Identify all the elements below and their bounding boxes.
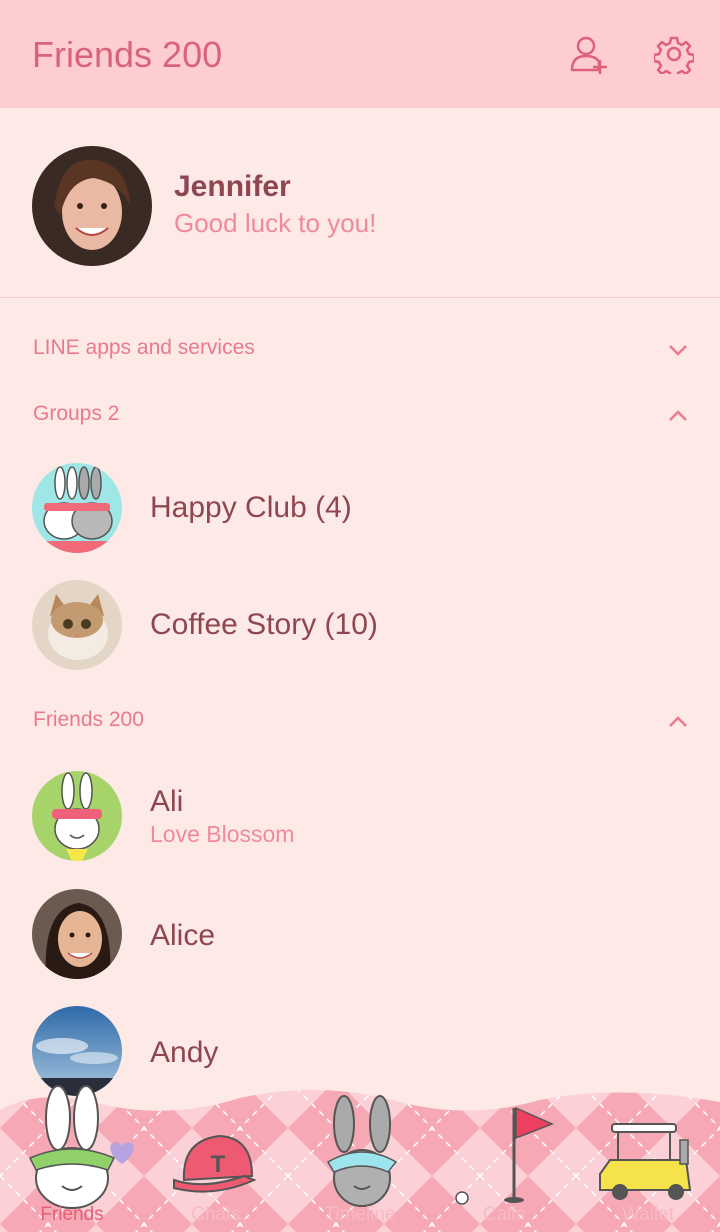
chevron-up-icon — [669, 716, 687, 727]
friend-row-ali[interactable]: Ali Love Blossom — [0, 761, 720, 871]
gear-icon — [652, 36, 696, 80]
section-label: LINE apps and services — [33, 336, 255, 359]
chevron-down-icon — [669, 345, 687, 356]
add-friend-icon — [570, 36, 607, 74]
group-name: Happy Club (4) — [150, 491, 352, 524]
group-avatar — [32, 580, 122, 670]
section-friends[interactable]: Friends 200 — [0, 692, 720, 752]
cap-chats-icon: T — [173, 1134, 257, 1193]
avatar — [32, 889, 122, 979]
settings-button[interactable] — [652, 34, 696, 80]
tab-label: Calls — [482, 1204, 526, 1225]
friend-name: Andy — [150, 1036, 219, 1069]
tab-wallet[interactable]: Wallet — [576, 1080, 720, 1232]
golf-cart-wallet-icon — [599, 1123, 692, 1200]
svg-text:T: T — [211, 1151, 226, 1178]
tab-friends[interactable]: Friends — [0, 1080, 144, 1232]
section-label: Friends 200 — [33, 708, 144, 731]
add-friend-button[interactable] — [568, 34, 610, 76]
tab-label: Friends — [40, 1204, 104, 1225]
group-avatar — [32, 463, 122, 553]
tab-label: Timeline — [324, 1204, 396, 1225]
section-line-apps[interactable]: LINE apps and services — [0, 320, 720, 380]
my-profile[interactable]: Jennifer Good luck to you! — [0, 108, 720, 298]
tab-timeline[interactable]: Timeline — [288, 1080, 432, 1232]
friend-status-message: Love Blossom — [150, 821, 295, 847]
group-row-happy-club[interactable]: Happy Club (4) — [0, 453, 720, 563]
page-title: Friends 200 — [32, 34, 223, 75]
avatar — [32, 771, 122, 861]
chevron-up-icon — [669, 410, 687, 421]
friend-row-alice[interactable]: Alice — [0, 879, 720, 989]
bottom-tab-bar: Friends T Chats Timeline Calls Wallet — [0, 1080, 720, 1232]
profile-name: Jennifer — [174, 170, 291, 203]
top-bar: Friends 200 — [0, 0, 720, 108]
section-label: Groups 2 — [33, 402, 120, 425]
profile-status-message: Good luck to you! — [174, 208, 377, 238]
tab-calls[interactable]: Calls — [432, 1080, 576, 1232]
golf-flag-calls-icon — [455, 1106, 554, 1205]
tab-chats[interactable]: T Chats — [144, 1080, 288, 1232]
tab-label: Chats — [191, 1204, 241, 1225]
friend-name: Alice — [150, 919, 216, 952]
tab-label: Wallet — [621, 1204, 675, 1225]
friend-name: Ali — [150, 785, 184, 818]
avatar[interactable] — [32, 146, 152, 266]
group-row-coffee-story[interactable]: Coffee Story (10) — [0, 570, 720, 680]
section-groups[interactable]: Groups 2 — [0, 386, 720, 446]
group-name: Coffee Story (10) — [150, 608, 378, 641]
bunny-friends-icon — [28, 1085, 134, 1209]
bunny-timeline-icon — [326, 1095, 398, 1207]
